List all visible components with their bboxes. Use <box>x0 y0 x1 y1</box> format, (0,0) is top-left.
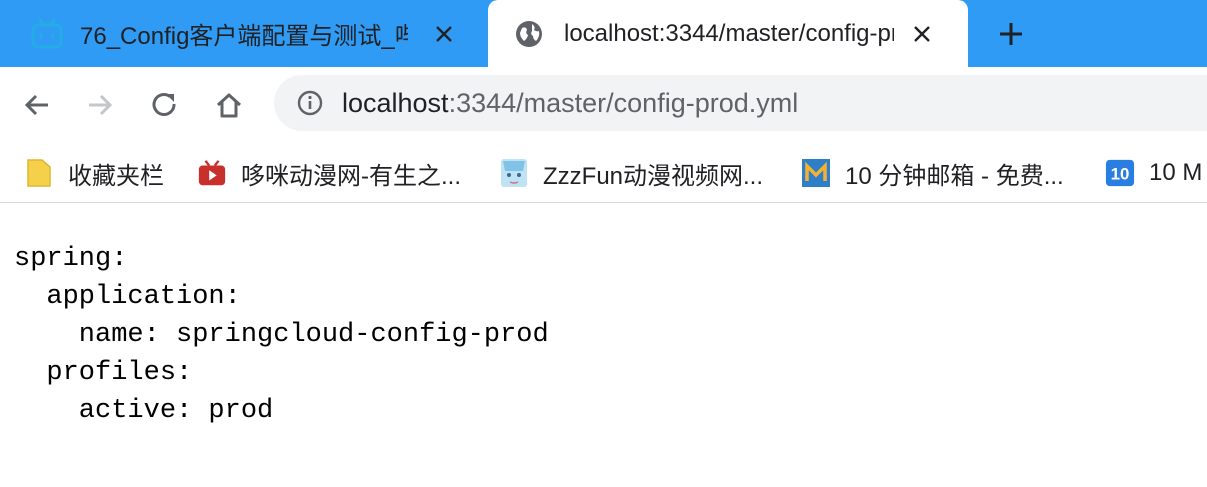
tab-strip: 76_Config客户端配置与测试_哔哩 localhost:3344/mast… <box>0 0 1207 67</box>
home-icon <box>216 93 242 118</box>
yaml-content: spring: application: name: springcloud-c… <box>14 240 549 430</box>
yaml-line: name: springcloud-config-prod <box>14 320 549 350</box>
plus-icon <box>1000 23 1022 45</box>
arrow-left-icon <box>24 94 48 116</box>
info-icon[interactable] <box>296 89 324 117</box>
url-host: localhost <box>342 87 449 118</box>
yaml-line: profiles: <box>14 358 193 388</box>
bookmark-favorites-folder[interactable]: 收藏夹栏 <box>24 151 164 195</box>
bookmarks-bar: 收藏夹栏 哆咪动漫网-有生之... ZzzFun动漫视频网... 10 分钟邮箱… <box>0 143 1207 203</box>
tab-title: 76_Config客户端配置与测试_哔哩 <box>80 23 408 50</box>
home-button[interactable] <box>209 85 249 125</box>
arrow-right-icon <box>89 94 113 116</box>
bookmark-label: 哆咪动漫网-有生之... <box>241 162 461 190</box>
tab-bilibili[interactable]: 76_Config客户端配置与测试_哔哩 <box>0 0 488 67</box>
bookmark-item[interactable]: 10 分钟邮箱 - 免费... <box>801 151 1064 195</box>
close-icon[interactable] <box>908 20 936 48</box>
anime-avatar-icon <box>499 158 529 188</box>
bookmark-label: 10 M <box>1149 159 1203 186</box>
bookmark-item[interactable]: ZzzFun动漫视频网... <box>499 151 763 195</box>
new-tab-button[interactable] <box>994 17 1028 51</box>
forward-button[interactable] <box>80 85 120 125</box>
reload-icon <box>152 93 176 116</box>
ten-icon: 10 <box>1105 158 1135 188</box>
bookmark-item[interactable]: 哆咪动漫网-有生之... <box>197 151 461 195</box>
mail-m-icon <box>801 158 831 188</box>
tab-localhost[interactable]: localhost:3344/master/config-prod.yml <box>488 0 968 67</box>
svg-text:10: 10 <box>1111 165 1130 184</box>
folder-icon <box>24 158 54 188</box>
bookmark-label: 10 分钟邮箱 - 免费... <box>845 162 1064 190</box>
url-path: :3344/master/config-prod.yml <box>448 87 799 118</box>
tab-title: localhost:3344/master/config-prod.yml <box>564 19 894 47</box>
tv-icon <box>197 158 227 188</box>
bookmark-label: 收藏夹栏 <box>68 162 164 190</box>
close-icon[interactable] <box>430 20 458 48</box>
globe-icon <box>512 17 546 51</box>
back-button[interactable] <box>17 85 57 125</box>
bookmark-item[interactable]: 10 10 M <box>1105 151 1202 195</box>
yaml-line: application: <box>14 282 241 312</box>
bookmark-label: ZzzFun动漫视频网... <box>543 162 764 190</box>
toolbar: localhost:3344/master/config-prod.yml <box>0 67 1207 143</box>
reload-button[interactable] <box>145 85 185 125</box>
yaml-line: spring: <box>14 244 128 274</box>
bilibili-icon <box>30 17 64 51</box>
url-text: localhost:3344/master/config-prod.yml <box>342 88 798 119</box>
address-bar[interactable]: localhost:3344/master/config-prod.yml <box>274 75 1207 131</box>
yaml-line: active: prod <box>14 396 274 426</box>
